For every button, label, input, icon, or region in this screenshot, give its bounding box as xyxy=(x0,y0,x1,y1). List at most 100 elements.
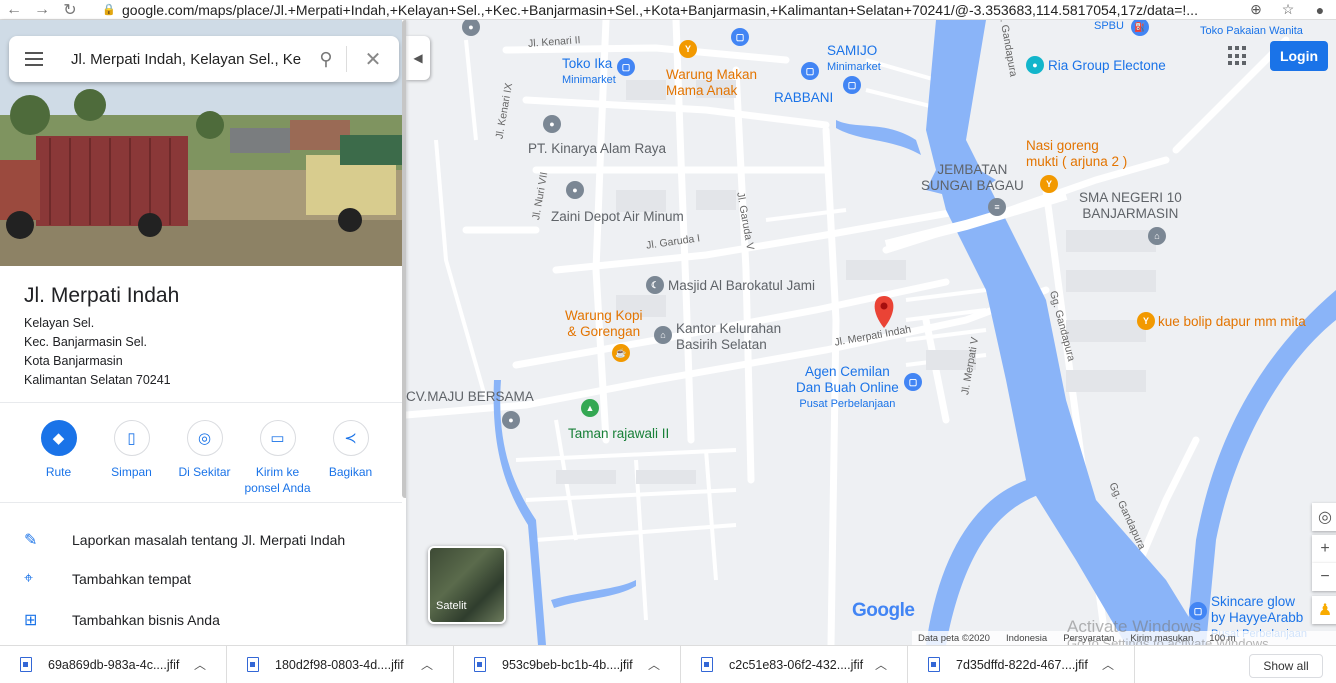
poi-nasi-goreng[interactable]: Nasi goreng mukti ( arjuna 2 ) xyxy=(1026,138,1127,170)
kantor-pin-icon[interactable]: ⌂ xyxy=(654,326,672,344)
nearby-button[interactable]: ◎ Di Sekitar xyxy=(168,420,241,496)
crosshair-icon: ◎ xyxy=(1318,509,1332,526)
zoom-in-button[interactable]: + xyxy=(1312,535,1336,563)
masjid-pin-icon[interactable]: ☾ xyxy=(646,276,664,294)
download-item[interactable]: c2c51e83-06f2-432....jfif ︿ xyxy=(681,645,908,683)
poi-rabbani[interactable]: RABBANI xyxy=(774,90,833,106)
close-icon[interactable]: ✕ xyxy=(347,47,399,72)
poi-jembatan[interactable]: JEMBATAN SUNGAI BAGAU xyxy=(921,162,1024,194)
share-button[interactable]: ≺ Bagikan xyxy=(314,420,387,496)
directions-icon: ◆ xyxy=(40,420,77,456)
download-item[interactable]: 180d2f98-0803-4d....jfif ︿ xyxy=(227,645,454,683)
lock-icon[interactable]: 🔒 xyxy=(100,3,118,16)
action-label: Rute xyxy=(45,465,72,479)
forward-arrow-icon[interactable]: → xyxy=(28,1,56,19)
poi-samijo[interactable]: SAMIJO Minimarket xyxy=(827,43,881,75)
poi-sma10[interactable]: SMA NEGERI 10 BANJARMASIN xyxy=(1079,190,1182,222)
cv-maju-pin-icon[interactable]: ● xyxy=(502,411,520,429)
agen-cemilan-pin-icon[interactable]: ▢ xyxy=(904,373,922,391)
add-place-item[interactable]: ⌖ Tambahkan tempat xyxy=(24,570,191,588)
rabbani-pin-icon[interactable]: ▢ xyxy=(801,62,819,80)
apps-grid-icon[interactable] xyxy=(1228,46,1248,66)
poi-kantor[interactable]: Kantor Kelurahan Basirih Selatan xyxy=(676,321,781,353)
poi-zaini[interactable]: Zaini Depot Air Minum xyxy=(551,209,684,225)
chevron-up-icon[interactable]: ︿ xyxy=(644,656,664,673)
attrib-data[interactable]: Data peta ©2020 xyxy=(918,633,990,644)
login-button[interactable]: Login xyxy=(1270,41,1328,71)
attrib-country[interactable]: Indonesia xyxy=(1006,633,1047,644)
file-icon xyxy=(701,657,713,672)
url-text[interactable]: google.com/maps/place/Jl.+Merpati+Indah,… xyxy=(118,2,1240,18)
hamburger-menu-icon[interactable] xyxy=(9,52,59,66)
sma10-pin-icon[interactable]: ⌂ xyxy=(1148,227,1166,245)
list-item-label: Laporkan masalah tentang Jl. Merpati Ind… xyxy=(72,532,346,548)
file-icon xyxy=(474,657,486,672)
nasi-goreng-pin-icon[interactable]: Y xyxy=(1040,175,1058,193)
place-sidebar: Jl. Merpati Indah, Kelayan Sel., Ke ⚲ ✕ … xyxy=(0,20,406,645)
poi-toko-ika[interactable]: Toko Ika Minimarket xyxy=(562,56,616,88)
show-all-button[interactable]: Show all xyxy=(1249,654,1323,678)
store-pin-icon[interactable]: ▢ xyxy=(731,28,749,46)
chevron-up-icon[interactable]: ︿ xyxy=(417,656,437,673)
satellite-label: Satelit xyxy=(436,600,467,612)
poi-warung-kopi[interactable]: Warung Kopi & Gorengan xyxy=(565,308,643,340)
download-filename: 953c9beb-bc1b-4b....jfif xyxy=(502,657,633,672)
warung-kopi-pin-icon[interactable]: ☕ xyxy=(612,344,630,362)
search-input[interactable]: Jl. Merpati Indah, Kelayan Sel., Ke xyxy=(59,51,306,68)
reload-icon[interactable]: ↻ xyxy=(56,0,84,20)
file-icon xyxy=(928,657,940,672)
download-filename: 7d35dffd-822d-467....jfif xyxy=(956,657,1088,672)
poi-name: SAMIJO xyxy=(827,43,878,58)
search-icon[interactable]: ⚲ xyxy=(306,49,346,70)
place-address: Kelayan Sel. Kec. Banjarmasin Sel. Kota … xyxy=(24,314,171,390)
back-arrow-icon[interactable]: ← xyxy=(0,1,28,19)
poi-taman[interactable]: Taman rajawali II xyxy=(568,426,669,442)
kue-bolip-pin-icon[interactable]: Y xyxy=(1137,312,1155,330)
poi-toko-pakaian[interactable]: Toko Pakaian Wanita xyxy=(1200,23,1303,39)
route-button[interactable]: ◆ Rute xyxy=(22,420,95,496)
poi-ria-group[interactable]: Ria Group Electone xyxy=(1048,58,1166,74)
address-line: Kec. Banjarmasin Sel. xyxy=(24,335,147,349)
windows-watermark: Activate Windows Go to Settings to activ… xyxy=(1067,618,1272,645)
my-location-button[interactable]: ◎ xyxy=(1312,503,1336,531)
poi-spbu[interactable]: SPBU xyxy=(1094,20,1124,34)
jembatan-pin-icon[interactable]: ≡ xyxy=(988,198,1006,216)
toko-ika-pin-icon[interactable]: ▢ xyxy=(617,58,635,76)
zaini-pin-icon[interactable]: ● xyxy=(566,181,584,199)
send-to-phone-button[interactable]: ▭ Kirim ke ponsel Anda xyxy=(241,420,314,496)
add-business-item[interactable]: ⊞ Tambahkan bisnis Anda xyxy=(24,610,220,630)
chevron-up-icon[interactable]: ︿ xyxy=(871,656,891,673)
zoom-plus-icon[interactable]: ⊕ xyxy=(1240,1,1272,18)
poi-warung-makan[interactable]: Warung Makan Mama Anak xyxy=(666,67,757,99)
satellite-toggle[interactable]: Satelit xyxy=(428,546,506,624)
search-box[interactable]: Jl. Merpati Indah, Kelayan Sel., Ke ⚲ ✕ xyxy=(9,36,399,82)
chevron-up-icon[interactable]: ︿ xyxy=(1098,656,1118,673)
poi-cv-maju[interactable]: CV.MAJU BERSAMA xyxy=(406,389,534,405)
taman-pin-icon[interactable]: ▲ xyxy=(581,399,599,417)
divider xyxy=(0,402,402,403)
kinarya-pin-icon[interactable]: ● xyxy=(543,115,561,133)
map-canvas[interactable]: ● ● ☾ ⌂ ● ⌂ ≡ ● ▢ ▢ ▢ ▢ ▢ ▢ ⛽ Y Y Y ☕ ● … xyxy=(406,20,1336,645)
poi-agen-cemilan[interactable]: Agen Cemilan Dan Buah Online Pusat Perbe… xyxy=(796,364,899,412)
profile-icon[interactable]: ● xyxy=(1304,2,1336,18)
download-item[interactable]: 69a869db-983a-4c....jfif ︿ xyxy=(0,645,227,683)
poi-name: Toko Ika xyxy=(562,56,613,71)
pegman-button[interactable]: ♟ xyxy=(1312,596,1336,624)
poi-kinarya[interactable]: PT. Kinarya Alam Raya xyxy=(528,141,666,157)
download-item[interactable]: 7d35dffd-822d-467....jfif ︿ xyxy=(908,645,1135,683)
report-problem-item[interactable]: ✎ Laporkan masalah tentang Jl. Merpati I… xyxy=(24,530,345,550)
sidebar-scrollbar[interactable] xyxy=(402,20,406,498)
download-filename: 180d2f98-0803-4d....jfif xyxy=(275,657,404,672)
download-item[interactable]: 953c9beb-bc1b-4b....jfif ︿ xyxy=(454,645,681,683)
samijo-pin-icon[interactable]: ▢ xyxy=(843,76,861,94)
collapse-panel-button[interactable]: ◀ xyxy=(406,36,430,80)
chevron-up-icon[interactable]: ︿ xyxy=(190,656,210,673)
save-button[interactable]: ▯ Simpan xyxy=(95,420,168,496)
zoom-out-button[interactable]: − xyxy=(1312,563,1336,591)
warung-makan-pin-icon[interactable]: Y xyxy=(679,40,697,58)
ria-group-pin-icon[interactable]: ● xyxy=(1026,56,1044,74)
poi-masjid[interactable]: Masjid Al Barokatul Jami xyxy=(668,278,815,294)
star-icon[interactable]: ☆ xyxy=(1272,1,1304,18)
action-label: Bagikan xyxy=(328,465,373,479)
poi-kue-bolip[interactable]: kue bolip dapur mm mita xyxy=(1158,314,1306,330)
